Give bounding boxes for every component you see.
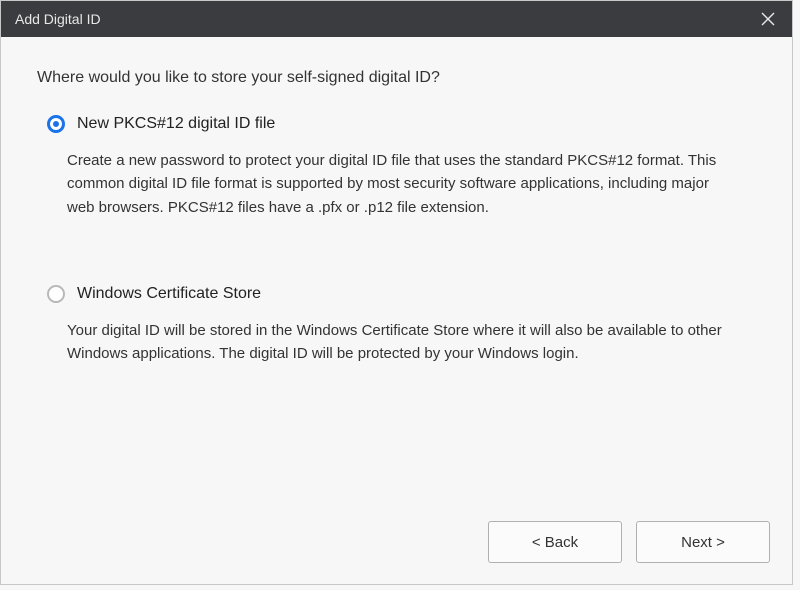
option-windows-cert-store-description: Your digital ID will be stored in the Wi… [47,319,756,366]
close-button[interactable] [754,5,782,33]
back-button[interactable]: < Back [488,521,622,563]
option-pkcs12: New PKCS#12 digital ID file Create a new… [37,115,756,219]
option-pkcs12-label: New PKCS#12 digital ID file [77,115,275,133]
radio-windows-cert-store[interactable] [47,285,65,303]
option-windows-cert-store-header[interactable]: Windows Certificate Store [47,285,756,303]
radio-pkcs12[interactable] [47,115,65,133]
dialog-title: Add Digital ID [15,11,101,27]
dialog-content: Where would you like to store your self-… [1,37,792,510]
add-digital-id-dialog: Add Digital ID Where would you like to s… [0,0,793,585]
titlebar: Add Digital ID [1,1,792,37]
option-pkcs12-description: Create a new password to protect your di… [47,149,756,219]
prompt-text: Where would you like to store your self-… [37,69,756,87]
option-pkcs12-header[interactable]: New PKCS#12 digital ID file [47,115,756,133]
dialog-footer: < Back Next > [1,510,792,584]
next-button[interactable]: Next > [636,521,770,563]
option-windows-cert-store: Windows Certificate Store Your digital I… [37,285,756,366]
close-icon [761,12,775,26]
option-windows-cert-store-label: Windows Certificate Store [77,285,261,303]
